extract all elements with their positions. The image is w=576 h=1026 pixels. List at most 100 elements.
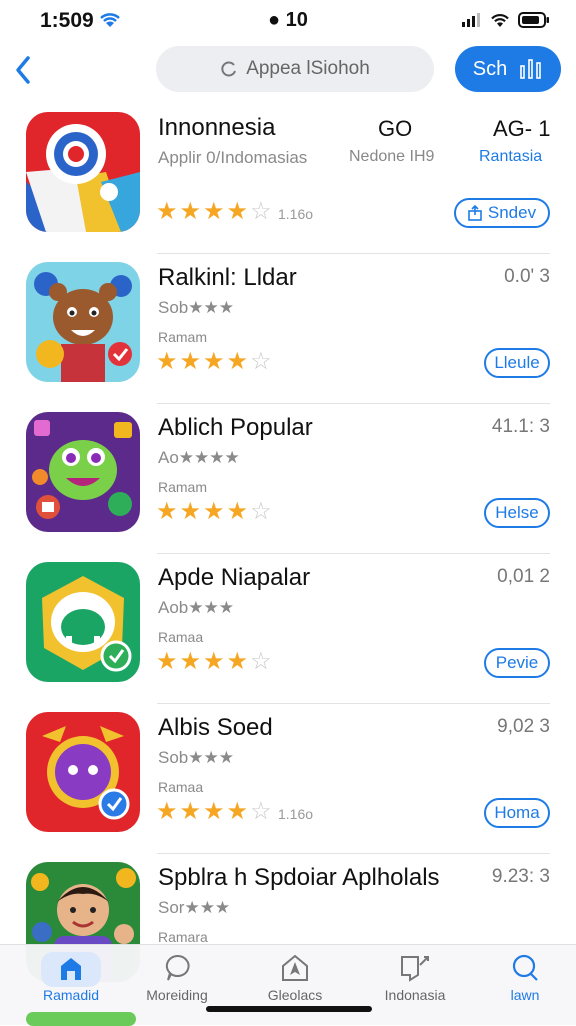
- list-item[interactable]: Ablich Popular Ao★★★★ Ramam ★ ★ ★ ★ ☆ 41…: [0, 404, 576, 554]
- bars-icon: [520, 59, 542, 79]
- home-indicator: [206, 1006, 372, 1012]
- star-icon: ★: [179, 648, 202, 675]
- star-icon: ★: [156, 198, 178, 225]
- app-meta: 9.23: 3: [491, 866, 550, 887]
- star-icon: ★: [156, 498, 178, 525]
- star-icon: ★: [179, 348, 202, 375]
- tab-home[interactable]: Ramadid: [16, 951, 126, 1003]
- star-rating: ★ ★ ★ ★ ☆: [156, 200, 272, 224]
- app-subtitle: Sob★★★: [158, 298, 234, 317]
- search-placeholder: Appea lSiohoh: [246, 58, 370, 79]
- status-right: [462, 12, 550, 28]
- app-title: Spblra h Spdoiar Aplholals: [158, 864, 440, 891]
- app-subtitle: Sob★★★: [158, 748, 234, 767]
- app-category: Ramaa: [158, 779, 204, 795]
- get-button[interactable]: Helse: [484, 498, 550, 528]
- app-subtitle: Sor★★★: [158, 898, 231, 917]
- app-icon: [26, 412, 140, 532]
- app-meta: 9,02 3: [497, 716, 550, 737]
- app-meta: 0.0' 3: [504, 266, 550, 287]
- get-button[interactable]: Lleule: [484, 348, 550, 378]
- star-rating: ★ ★ ★ ★ ☆: [156, 800, 272, 824]
- star-icon: ★: [203, 498, 225, 525]
- app-category: Ramaa: [158, 629, 204, 645]
- app-meta: 0,01 2: [497, 566, 550, 587]
- app-subtitle: Applir 0/Indomasias: [158, 148, 308, 167]
- app-title: Ablich Popular: [158, 414, 313, 441]
- rating-count: 1.16o: [278, 206, 314, 222]
- signal-icon: [462, 13, 480, 27]
- get-button-label: Pevie: [495, 653, 539, 672]
- tab-navigate[interactable]: Gleolacs: [240, 951, 350, 1003]
- status-time: 1:509: [40, 9, 94, 32]
- nav-icon: [280, 953, 310, 986]
- app-icon: [26, 112, 140, 232]
- list-item-featured[interactable]: Innonnesia Applir 0/Indomasias GO Nedone…: [0, 104, 576, 254]
- get-button-label: Homa: [494, 803, 540, 822]
- app-title: Apde Niapalar: [158, 564, 311, 591]
- status-bar: 1:509 ● 10: [0, 0, 576, 40]
- tab-messaging[interactable]: Moreiding: [122, 951, 232, 1003]
- wifi-icon: [98, 11, 122, 34]
- app-category: Ramam: [158, 329, 208, 345]
- app-title: Albis Soed: [158, 714, 273, 741]
- star-icon: ★: [203, 198, 225, 225]
- refresh-icon: [221, 61, 237, 77]
- search-button-label: Sch: [472, 57, 508, 80]
- star-icon: ★: [203, 648, 225, 675]
- list-item[interactable]: Ralkinl: Lldar Sob★★★ Ramam ★ ★ ★ ★ ☆ 0.…: [0, 254, 576, 404]
- app-meta: 41.1: 3: [491, 416, 550, 437]
- star-icon: ☆: [250, 498, 272, 525]
- tab-indonesia[interactable]: Indonasia: [360, 951, 470, 1003]
- search-icon: [510, 953, 540, 986]
- search-input[interactable]: Appea lSiohoh: [156, 46, 434, 92]
- star-icon: ★: [203, 798, 225, 825]
- star-icon: ★: [156, 648, 178, 675]
- col3-subtitle[interactable]: Rantasia: [479, 148, 542, 166]
- star-icon: ☆: [250, 798, 272, 825]
- tab-search[interactable]: lawn: [470, 951, 576, 1003]
- col3-title: AG- 1: [493, 116, 551, 141]
- search-header: Appea lSiohoh Sch: [0, 44, 576, 100]
- star-icon: ★: [156, 348, 178, 375]
- star-rating: ★ ★ ★ ★ ☆: [156, 650, 272, 674]
- app-icon: [26, 262, 140, 382]
- app-icon: [26, 712, 140, 832]
- star-icon: ★: [203, 348, 225, 375]
- star-icon: ☆: [250, 198, 272, 225]
- get-button-label: Lleule: [494, 353, 540, 372]
- back-button[interactable]: [10, 50, 36, 90]
- star-icon: ★: [226, 198, 249, 225]
- app-title: Ralkinl: Lldar: [158, 264, 297, 291]
- share-icon: [468, 205, 482, 221]
- app-category: Ramam: [158, 479, 208, 495]
- star-icon: ★: [179, 798, 202, 825]
- star-icon: ☆: [250, 648, 272, 675]
- app-subtitle: Ao★★★★: [158, 448, 240, 467]
- get-button[interactable]: Sndev: [454, 198, 550, 228]
- get-button-label: Helse: [495, 503, 539, 522]
- rating-count: 1.16o: [278, 806, 314, 822]
- get-button-label: Sndev: [487, 203, 537, 222]
- tab-label: Moreiding: [146, 987, 208, 1003]
- get-button[interactable]: Homa: [484, 798, 550, 828]
- star-icon: ★: [226, 348, 249, 375]
- col2-title: GO: [378, 116, 413, 141]
- bubble-icon: [162, 953, 192, 986]
- status-center-text: 10: [285, 9, 308, 31]
- get-button[interactable]: Pevie: [484, 648, 550, 678]
- app-title: Innonnesia: [158, 114, 276, 141]
- star-icon: ★: [226, 798, 249, 825]
- app-subtitle: Aob★★★: [158, 598, 234, 617]
- tab-label: Ramadid: [42, 987, 100, 1003]
- star-rating: ★ ★ ★ ★ ☆: [156, 350, 272, 374]
- home-icon: [41, 951, 101, 987]
- battery-icon: [518, 12, 549, 28]
- tab-label: lawn: [510, 987, 540, 1003]
- star-icon: ★: [179, 198, 202, 225]
- app-category: Ramara: [158, 929, 208, 945]
- list-item[interactable]: Albis Soed Sob★★★ Ramaa ★ ★ ★ ★ ☆ 1.16o …: [0, 704, 576, 854]
- list-item[interactable]: Apde Niapalar Aob★★★ Ramaa ★ ★ ★ ★ ☆ 0,0…: [0, 554, 576, 704]
- search-button[interactable]: Sch: [455, 46, 561, 92]
- app-icon: [26, 562, 140, 682]
